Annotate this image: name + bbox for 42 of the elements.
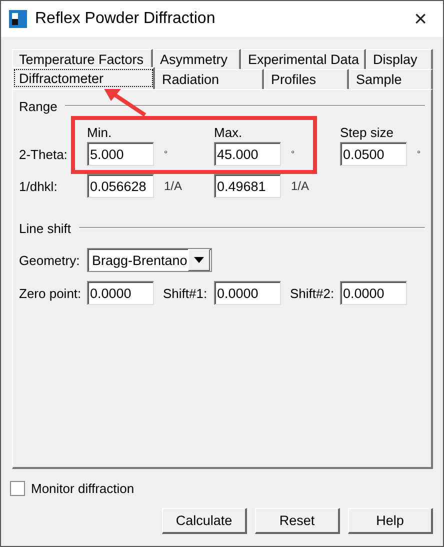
- row-label: 1/dhkl:: [19, 178, 58, 194]
- number-field[interactable]: 0.0000: [87, 281, 154, 305]
- group-title: Line shift: [19, 220, 72, 236]
- field-label: Shift#1:: [162, 286, 208, 300]
- tab[interactable]: Experimental Data: [241, 49, 366, 69]
- window-title: Reflex Powder Diffraction: [35, 10, 216, 28]
- tab[interactable]: Sample: [349, 69, 433, 89]
- row-label: 2-Theta:: [19, 146, 68, 162]
- app-icon: [9, 10, 27, 28]
- column-header: Step size: [340, 125, 394, 140]
- tab[interactable]: Temperature Factors: [12, 49, 153, 69]
- number-field[interactable]: 45.000: [214, 142, 281, 166]
- tab[interactable]: Diffractometer: [12, 67, 155, 89]
- field-label: Zero point:: [19, 286, 82, 300]
- group-title: Range: [19, 98, 58, 114]
- tab[interactable]: Profiles: [264, 69, 349, 89]
- tab[interactable]: Display: [366, 49, 433, 69]
- number-field[interactable]: 0.0000: [214, 281, 281, 305]
- tab[interactable]: Asymmetry: [153, 49, 241, 69]
- dropdown-arrow-icon: [194, 257, 204, 263]
- dialog-button[interactable]: Reset: [255, 508, 340, 534]
- number-field[interactable]: 0.49681: [214, 174, 281, 198]
- tab[interactable]: Radiation: [155, 69, 264, 89]
- field-label: Shift#2:: [289, 286, 336, 300]
- dialog-button[interactable]: Help: [348, 508, 433, 534]
- number-field[interactable]: 0.0000: [340, 281, 407, 305]
- geometry-dropdown[interactable]: Bragg-Brentano: [87, 248, 212, 272]
- number-field[interactable]: 0.056628: [87, 174, 154, 198]
- unit-label: 1/A: [290, 179, 310, 193]
- unit-label: °: [416, 149, 422, 159]
- unit-label: °: [163, 149, 169, 159]
- close-button[interactable]: ×: [406, 6, 435, 32]
- column-header: Max.: [214, 125, 244, 140]
- checkbox-label: Monitor diffraction: [31, 481, 134, 496]
- unit-label: °: [290, 149, 296, 159]
- column-header: Min.: [87, 125, 113, 140]
- unit-label: 1/A: [163, 179, 184, 193]
- number-field[interactable]: 5.000: [87, 142, 154, 166]
- checkbox[interactable]: [10, 481, 25, 496]
- number-field[interactable]: 0.0500: [340, 142, 407, 166]
- field-label: Geometry:: [19, 252, 81, 268]
- dialog-button[interactable]: Calculate: [162, 508, 247, 534]
